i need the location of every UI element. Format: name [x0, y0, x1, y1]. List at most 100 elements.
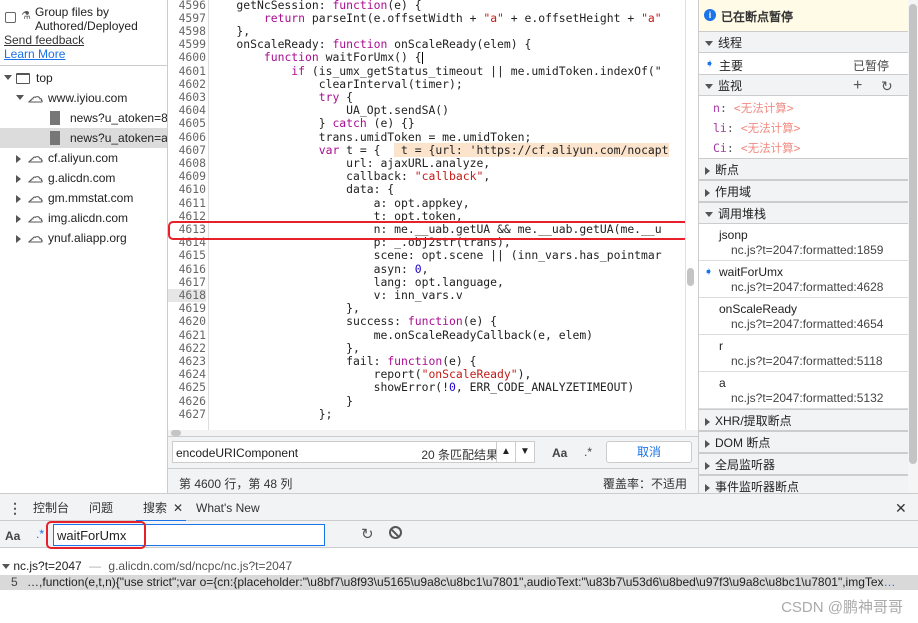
editor-vertical-scrollbar[interactable] — [685, 0, 695, 430]
line-number[interactable]: 4626 — [168, 394, 206, 408]
call-frame[interactable]: r nc.js?t=2047:formatted:5118 — [699, 335, 909, 372]
call-stack-section-header[interactable]: 调用堆栈 — [699, 202, 909, 224]
find-input[interactable]: encodeURIComponent 20 条匹配结果 — [172, 441, 535, 463]
dom-breakpoints-header[interactable]: DOM 断点 — [699, 431, 909, 453]
line-number[interactable]: 4610 — [168, 183, 206, 196]
line-number[interactable]: 4605 — [168, 117, 206, 130]
threads-section-header[interactable]: 线程 — [699, 31, 909, 53]
tree-item[interactable]: ☁ www.iyiou.com — [0, 88, 167, 108]
regex-button[interactable]: .* — [36, 527, 44, 541]
frame-location[interactable]: nc.js?t=2047:formatted:5132 — [731, 391, 883, 405]
line-number[interactable]: 4625 — [168, 381, 206, 394]
tree-item[interactable]: ☁ gm.mmstat.com — [0, 188, 167, 208]
xhr-breakpoints-header[interactable]: XHR/提取断点 — [699, 409, 909, 431]
search-result-file[interactable]: nc.js?t=2047 — g.alicdn.com/sd/ncpc/nc.j… — [0, 557, 918, 575]
line-number[interactable]: 4603 — [168, 90, 206, 104]
watch-item[interactable]: Ci: <无法计算> — [713, 140, 801, 156]
result-more[interactable]: … — [884, 575, 896, 589]
code-token: { — [339, 89, 354, 104]
breakpoints-section-header[interactable]: 断点 — [699, 158, 909, 180]
line-number[interactable]: 4608 — [168, 156, 206, 170]
line-number[interactable]: 4627 — [168, 407, 206, 421]
refresh-watch-icon[interactable]: ↻ — [881, 75, 893, 97]
tree-item[interactable]: ☁ ynuf.aliapp.org — [0, 228, 167, 248]
line-number[interactable]: 4622 — [168, 341, 206, 355]
refresh-search-icon[interactable]: ↻ — [361, 525, 374, 543]
tree-item[interactable]: news?u_atoken=ab2 — [0, 128, 167, 148]
line-number[interactable]: 4602 — [168, 77, 206, 91]
line-number[interactable]: 4617 — [168, 275, 206, 289]
tree-item[interactable]: news?u_atoken=8c6 — [0, 108, 167, 128]
line-number[interactable]: 4600 — [168, 51, 206, 64]
add-watch-icon[interactable]: + — [853, 75, 862, 97]
frame-location[interactable]: nc.js?t=2047:formatted:4628 — [731, 280, 883, 294]
line-number[interactable]: 4601 — [168, 64, 206, 78]
expand-icon[interactable] — [16, 215, 21, 223]
tree-item[interactable]: ☁ g.alicdn.com — [0, 168, 167, 188]
thread-main[interactable]: ➧ 主要 已暂停 — [699, 53, 909, 74]
call-frame[interactable]: onScaleReady nc.js?t=2047:formatted:4654 — [699, 298, 909, 335]
close-tab-icon[interactable]: ✕ — [173, 501, 183, 515]
line-number-gutter[interactable]: 4596 4597 4598 4599 4600 4601 4602 4603 4604 4605… — [168, 0, 209, 430]
call-frame[interactable]: ➧ waitForUmx nc.js?t=2047:formatted:4628 — [699, 261, 909, 298]
expand-icon[interactable] — [16, 235, 21, 243]
line-number[interactable]: 4606 — [168, 130, 206, 144]
collapse-icon[interactable] — [16, 95, 24, 100]
group-files-checkbox[interactable] — [5, 12, 16, 23]
line-number[interactable]: 4611 — [168, 196, 206, 210]
frame-location[interactable]: nc.js?t=2047:formatted:5118 — [731, 354, 883, 368]
line-number[interactable]: 4618 — [168, 288, 206, 303]
line-number[interactable]: 4615 — [168, 249, 206, 262]
clear-search-icon[interactable] — [389, 526, 402, 539]
line-number[interactable]: 4623 — [168, 354, 206, 368]
frame-location[interactable]: nc.js?t=2047:formatted:4654 — [731, 317, 883, 331]
find-next-button[interactable]: ▼ — [515, 441, 535, 463]
match-case-button[interactable]: Aa — [552, 446, 567, 460]
line-number[interactable]: 4609 — [168, 169, 206, 183]
watch-item[interactable]: li: <无法计算> — [713, 120, 801, 136]
line-number[interactable]: 4599 — [168, 37, 206, 51]
call-frame[interactable]: a nc.js?t=2047:formatted:5132 — [699, 372, 909, 409]
regex-button[interactable]: .* — [584, 445, 592, 459]
sidebar-scrollbar[interactable] — [908, 0, 918, 493]
tab-issues[interactable]: 问题 — [89, 494, 113, 522]
call-frame[interactable]: jsonp nc.js?t=2047:formatted:1859 — [699, 224, 909, 261]
line-number[interactable]: 4607 — [168, 143, 206, 157]
result-line-number: 5 — [11, 575, 18, 589]
line-number[interactable]: 4598 — [168, 24, 206, 38]
expand-icon[interactable] — [16, 155, 21, 163]
find-previous-button[interactable]: ▲ — [496, 441, 516, 463]
send-feedback-link[interactable]: Send feedback — [4, 33, 84, 47]
tab-search[interactable]: 搜索 ✕ — [136, 494, 186, 522]
collapse-icon[interactable] — [4, 75, 12, 80]
tree-item[interactable]: top — [0, 68, 167, 88]
tree-item[interactable]: ☁ cf.aliyun.com — [0, 148, 167, 168]
tree-item[interactable]: ☁ img.alicdn.com — [0, 208, 167, 228]
line-number[interactable]: 4604 — [168, 103, 206, 117]
line-number[interactable]: 4624 — [168, 367, 206, 381]
expand-icon[interactable] — [16, 175, 21, 183]
line-number[interactable]: 4620 — [168, 315, 206, 328]
watch-section-header[interactable]: 监视 + ↻ — [699, 74, 909, 96]
global-listeners-header[interactable]: 全局监听器 — [699, 453, 909, 475]
scope-title: 作用域 — [715, 185, 752, 199]
match-case-button[interactable]: Aa — [5, 529, 20, 543]
line-number[interactable]: 4621 — [168, 328, 206, 342]
search-result-line[interactable]: 5 …,function(e,t,n){"use strict";var o={… — [0, 575, 918, 590]
line-number[interactable]: 4596 — [168, 0, 206, 12]
close-drawer-icon[interactable]: ✕ — [895, 494, 907, 522]
watch-item[interactable]: n: <无法计算> — [713, 100, 794, 116]
line-number[interactable]: 4619 — [168, 301, 206, 315]
frame-location[interactable]: nc.js?t=2047:formatted:1859 — [731, 243, 883, 257]
tree-item-label: g.alicdn.com — [48, 171, 116, 185]
tab-console[interactable]: 控制台 — [33, 494, 69, 522]
line-number[interactable]: 4597 — [168, 11, 206, 25]
expand-icon[interactable] — [16, 195, 21, 203]
learn-more-link[interactable]: Learn More — [4, 47, 65, 61]
find-cancel-button[interactable]: 取消 — [606, 441, 692, 463]
code-editor[interactable]: 4596 4597 4598 4599 4600 4601 4602 4603 4604 4605… — [168, 0, 698, 436]
line-number[interactable]: 4616 — [168, 262, 206, 276]
more-tabs-icon[interactable]: ⋮ — [8, 494, 22, 522]
scope-section-header[interactable]: 作用域 — [699, 180, 909, 202]
tab-whats-new[interactable]: What's New — [196, 494, 260, 522]
